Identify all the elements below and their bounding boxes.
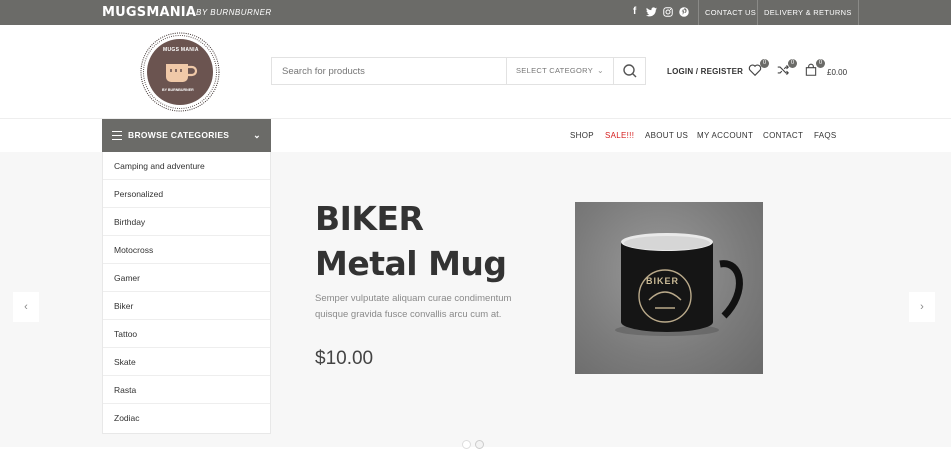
slider-dot[interactable]	[475, 440, 484, 449]
login-register-link[interactable]: LOGIN / REGISTER	[667, 67, 743, 76]
search-input[interactable]	[272, 58, 506, 84]
product-image[interactable]: BIKER	[575, 202, 763, 374]
browse-categories-label: BROWSE CATEGORIES	[128, 130, 230, 140]
mug-print-text: BIKER	[646, 276, 680, 286]
chevron-down-icon: ⌄	[596, 66, 604, 75]
category-item[interactable]: Motocross	[103, 236, 270, 264]
slide-price: $10.00	[315, 348, 374, 369]
wishlist-count-badge: 0	[760, 59, 769, 68]
search-icon	[623, 64, 637, 78]
mug-illustration	[615, 233, 743, 336]
nav-shop[interactable]: SHOP	[570, 119, 594, 152]
contact-us-link[interactable]: CONTACT US	[698, 0, 762, 25]
category-item[interactable]: Camping and adventure	[103, 152, 270, 180]
category-list: Camping and adventure Personalized Birth…	[102, 152, 271, 434]
search-button[interactable]	[613, 58, 645, 84]
logo-text-top: MUGS MANIA	[163, 47, 199, 53]
nav-sale[interactable]: SALE!!!	[605, 119, 634, 152]
wishlist-button[interactable]: 0	[748, 59, 769, 79]
slider-dot-active[interactable]	[462, 440, 471, 449]
category-item[interactable]: Biker	[103, 292, 270, 320]
category-item[interactable]: Skate	[103, 348, 270, 376]
category-item[interactable]: Personalized	[103, 180, 270, 208]
top-bar: MUGSMANIA BY BURNBURNER f CONTACT US DEL…	[0, 0, 951, 25]
slide-title-line2: Metal Mug	[315, 244, 507, 283]
category-item[interactable]: Tattoo	[103, 320, 270, 348]
nav-my-account[interactable]: MY ACCOUNT	[697, 119, 753, 152]
logo-text-bottom: BY BURNBURNER	[162, 88, 194, 92]
cart-total[interactable]: £0.00	[827, 68, 847, 77]
pinterest-icon[interactable]	[679, 7, 689, 17]
category-item[interactable]: Birthday	[103, 208, 270, 236]
cart-button[interactable]: 0	[804, 59, 825, 79]
site-logo[interactable]	[139, 31, 221, 113]
slide-title-line1: BIKER	[315, 199, 424, 238]
cart-count-badge: 0	[816, 59, 825, 68]
menu-icon	[112, 131, 122, 140]
browse-categories-button[interactable]: BROWSE CATEGORIES ⌄	[102, 119, 271, 152]
category-item[interactable]: Zodiac	[103, 404, 270, 432]
delivery-returns-link[interactable]: DELIVERY & RETURNS	[757, 0, 859, 25]
nav-faqs[interactable]: FAQS	[814, 119, 837, 152]
slider-next-button[interactable]: ›	[909, 292, 935, 322]
category-select-label: SELECT CATEGORY	[516, 66, 594, 75]
chevron-down-icon: ⌄	[253, 130, 261, 140]
nav-row: BROWSE CATEGORIES ⌄ SHOP SALE!!! ABOUT U…	[0, 119, 951, 152]
brand-name[interactable]: MUGSMANIA	[102, 5, 196, 20]
chevron-left-icon: ‹	[24, 301, 28, 313]
nav-about-us[interactable]: ABOUT US	[645, 119, 688, 152]
instagram-icon[interactable]	[663, 7, 673, 17]
chevron-right-icon: ›	[920, 301, 924, 313]
compare-count-badge: 0	[788, 59, 797, 68]
slider-prev-button[interactable]: ‹	[13, 292, 39, 322]
site-header: MUGS MANIA BY BURNBURNER SELECT CATEGORY…	[0, 25, 951, 119]
nav-contact[interactable]: CONTACT	[763, 119, 803, 152]
twitter-icon[interactable]	[646, 7, 657, 17]
brand-subtitle: BY BURNBURNER	[196, 8, 272, 17]
compare-button[interactable]: 0	[776, 59, 797, 79]
facebook-icon[interactable]: f	[633, 6, 636, 17]
slide-description: Semper vulputate aliquam curae condiment…	[315, 293, 512, 320]
category-item[interactable]: Rasta	[103, 376, 270, 404]
category-item[interactable]: Gamer	[103, 264, 270, 292]
category-select[interactable]: SELECT CATEGORY ⌄	[506, 58, 613, 84]
search-form: SELECT CATEGORY ⌄	[271, 57, 646, 85]
